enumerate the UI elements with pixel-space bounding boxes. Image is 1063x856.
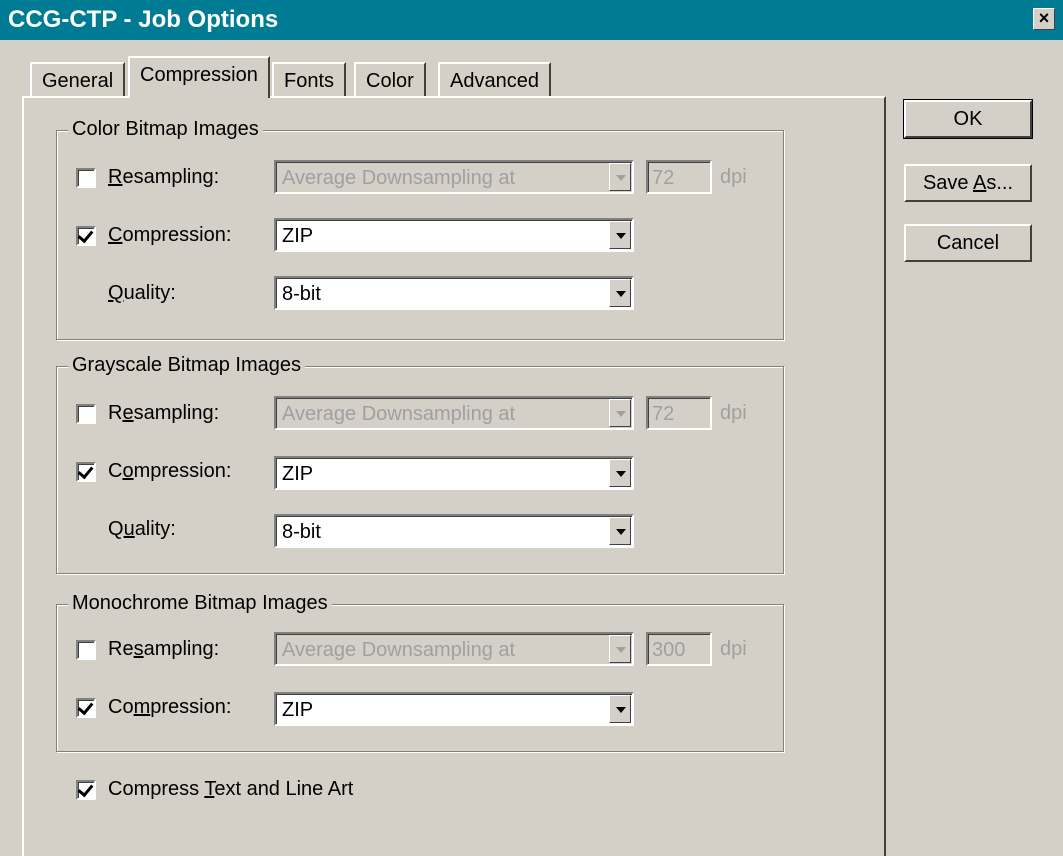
chevron-down-icon xyxy=(609,399,631,427)
color-resampling-checkbox[interactable] xyxy=(76,168,96,188)
tab-compression[interactable]: Compression xyxy=(128,56,270,98)
tab-label: Color xyxy=(366,70,414,92)
select-value: Average Downsampling at xyxy=(282,167,516,189)
color-compression-checkbox[interactable] xyxy=(76,226,96,246)
mono-resampling-select[interactable]: Average Downsampling at xyxy=(274,632,634,666)
color-quality-label: Quality: xyxy=(108,282,176,304)
monochrome-bitmap-group xyxy=(56,604,784,752)
gray-compression-select[interactable]: ZIP xyxy=(274,456,634,490)
mono-compression-label: Compression: xyxy=(108,696,232,718)
select-value: 8-bit xyxy=(282,521,321,543)
color-compression-label: Compression: xyxy=(108,224,232,246)
color-group-title: Color Bitmap Images xyxy=(68,118,263,141)
mono-dpi-input[interactable]: 300 xyxy=(646,632,712,666)
gray-quality-label: Quality: xyxy=(108,518,176,540)
color-dpi-input[interactable]: 72 xyxy=(646,160,712,194)
select-value: Average Downsampling at xyxy=(282,403,516,425)
chevron-down-icon xyxy=(609,163,631,191)
mono-compression-checkbox[interactable] xyxy=(76,698,96,718)
compress-text-checkbox[interactable] xyxy=(76,780,96,800)
window-title: CCG-CTP - Job Options xyxy=(8,6,279,33)
chevron-down-icon xyxy=(609,221,631,249)
tab-fonts[interactable]: Fonts xyxy=(272,62,347,98)
color-dpi-unit: dpi xyxy=(720,166,747,188)
gray-compression-label: Compression: xyxy=(108,460,232,482)
chevron-down-icon xyxy=(609,459,631,487)
monochrome-group-title: Monochrome Bitmap Images xyxy=(68,592,332,615)
gray-dpi-unit: dpi xyxy=(720,402,747,424)
tab-label: Compression xyxy=(140,64,258,86)
save-as-button[interactable]: Save As... xyxy=(904,164,1032,202)
tab-advanced[interactable]: Advanced xyxy=(438,62,551,98)
ok-button[interactable]: OK xyxy=(903,99,1033,139)
color-resampling-label: Resampling: xyxy=(108,166,220,188)
chevron-down-icon xyxy=(609,279,631,307)
select-value: Average Downsampling at xyxy=(282,639,516,661)
color-compression-select[interactable]: ZIP xyxy=(274,218,634,252)
chevron-down-icon xyxy=(609,517,631,545)
gray-dpi-input[interactable]: 72 xyxy=(646,396,712,430)
mono-compression-select[interactable]: ZIP xyxy=(274,692,634,726)
gray-quality-select[interactable]: 8-bit xyxy=(274,514,634,548)
tab-label: Advanced xyxy=(450,70,539,92)
tab-label: Fonts xyxy=(284,70,335,92)
mono-resampling-label: Resampling: xyxy=(108,638,220,660)
gray-resampling-label: Resampling: xyxy=(108,402,220,424)
color-resampling-select[interactable]: Average Downsampling at xyxy=(274,160,634,194)
gray-resampling-checkbox[interactable] xyxy=(76,404,96,424)
close-icon: × xyxy=(1038,8,1050,28)
mono-dpi-unit: dpi xyxy=(720,638,747,660)
select-value: 8-bit xyxy=(282,283,321,305)
tab-label: General xyxy=(42,70,114,92)
mono-resampling-checkbox[interactable] xyxy=(76,640,96,660)
cancel-button[interactable]: Cancel xyxy=(904,224,1032,262)
chevron-down-icon xyxy=(609,695,631,723)
select-value: ZIP xyxy=(282,699,314,721)
color-quality-select[interactable]: 8-bit xyxy=(274,276,634,310)
grayscale-group-title: Grayscale Bitmap Images xyxy=(68,354,305,377)
tab-general[interactable]: General xyxy=(30,62,126,98)
close-button[interactable]: × xyxy=(1033,8,1055,30)
gray-compression-checkbox[interactable] xyxy=(76,462,96,482)
select-value: ZIP xyxy=(282,463,314,485)
compress-text-label: Compress Text and Line Art xyxy=(108,778,354,800)
gray-resampling-select[interactable]: Average Downsampling at xyxy=(274,396,634,430)
tab-color[interactable]: Color xyxy=(354,62,426,98)
chevron-down-icon xyxy=(609,635,631,663)
select-value: ZIP xyxy=(282,225,314,247)
